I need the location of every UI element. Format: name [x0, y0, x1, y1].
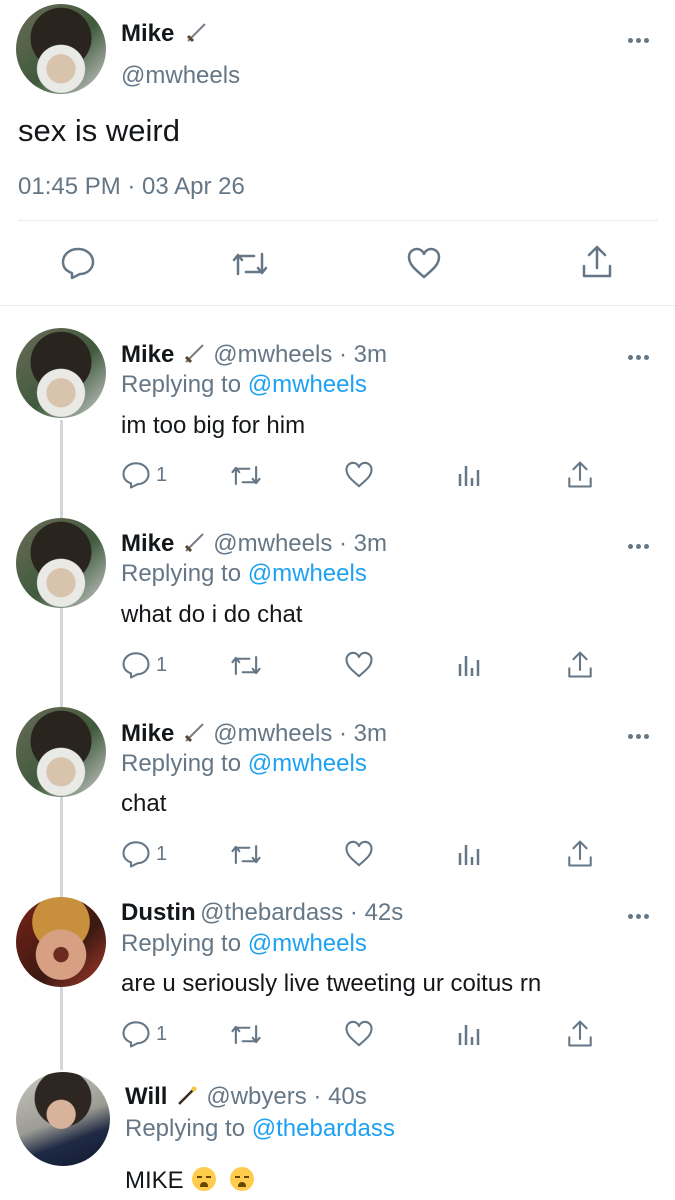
replying-to-line: Replying to @mwheels	[121, 930, 367, 958]
avatar[interactable]	[16, 897, 106, 987]
display-name: Mike	[121, 20, 175, 47]
analytics-icon[interactable]	[457, 652, 481, 678]
like-icon[interactable]	[344, 1019, 374, 1048]
reply-icon[interactable]	[121, 460, 151, 490]
tweet-text: are u seriously live tweeting ur coitus …	[121, 970, 542, 997]
handle-time: @mwheels · 3m	[213, 530, 387, 557]
replying-to-line: Replying to @mwheels	[121, 560, 367, 588]
share-icon[interactable]	[566, 650, 594, 680]
loudly-crying-face-icon	[229, 1167, 254, 1191]
analytics-icon[interactable]	[457, 1021, 481, 1047]
analytics-icon[interactable]	[457, 841, 481, 867]
replying-to-link[interactable]: @mwheels	[248, 371, 367, 398]
replying-to-label: Replying to	[125, 1115, 246, 1142]
handle-time: @thebardass · 42s	[200, 899, 404, 926]
display-name: Mike	[121, 341, 175, 368]
avatar[interactable]	[16, 328, 106, 418]
display-name: Mike	[121, 530, 175, 557]
handle-time: @mwheels · 3m	[213, 341, 387, 368]
divider	[18, 220, 658, 221]
more-options-icon[interactable]	[664, 1090, 675, 1098]
reply-icon[interactable]	[121, 1019, 151, 1049]
retweet-icon[interactable]	[229, 652, 263, 679]
handle-time: @mwheels · 3m	[213, 720, 387, 747]
sword-icon	[185, 22, 207, 44]
more-options-icon[interactable]	[628, 536, 652, 549]
replying-to-label: Replying to	[121, 560, 242, 587]
reply-header[interactable]: Will @wbyers · 40s	[125, 1082, 367, 1111]
like-icon[interactable]	[406, 246, 442, 280]
reply-header[interactable]: Dustin @thebardass · 42s	[121, 899, 403, 927]
replying-to-line: Replying to @mwheels	[121, 750, 367, 778]
more-options-icon[interactable]	[628, 906, 652, 919]
tweet-text: chat	[121, 790, 167, 817]
replying-to-label: Replying to	[121, 930, 242, 957]
like-icon[interactable]	[344, 650, 374, 679]
replying-to-line: Replying to @thebardass	[125, 1115, 395, 1143]
sword-icon	[183, 722, 205, 744]
like-icon[interactable]	[344, 839, 374, 868]
tweet-text-row: MIKE	[125, 1167, 254, 1195]
avatar[interactable]	[16, 1072, 110, 1166]
loudly-crying-face-icon	[191, 1167, 216, 1191]
more-options-icon[interactable]	[628, 726, 652, 739]
avatar[interactable]	[16, 4, 106, 94]
replying-to-line: Replying to @mwheels	[121, 371, 367, 399]
reply-header[interactable]: Mike @mwheels · 3m	[121, 719, 387, 748]
like-icon[interactable]	[344, 460, 374, 489]
display-name: Will	[125, 1083, 168, 1110]
reply-count: 1	[156, 1023, 168, 1045]
handle-time: @wbyers · 40s	[206, 1083, 367, 1110]
display-name: Dustin	[121, 899, 196, 926]
tweet-text: sex is weird	[18, 113, 180, 148]
display-name: Mike	[121, 720, 175, 747]
share-icon[interactable]	[566, 1019, 594, 1049]
divider	[0, 305, 675, 306]
share-icon[interactable]	[566, 460, 594, 490]
avatar[interactable]	[16, 707, 106, 797]
reply-icon[interactable]	[121, 839, 151, 869]
replying-to-link[interactable]: @mwheels	[248, 750, 367, 777]
reply-count: 1	[156, 654, 168, 676]
avatar[interactable]	[16, 518, 106, 608]
tweet-timestamp[interactable]: 01:45 PM · 03 Apr 26	[18, 173, 245, 201]
reply-count: 1	[156, 843, 168, 865]
reply-header[interactable]: Mike @mwheels · 3m	[121, 529, 387, 558]
replying-to-link[interactable]: @mwheels	[248, 560, 367, 587]
retweet-icon[interactable]	[229, 462, 263, 489]
sword-icon	[183, 532, 205, 554]
sword-icon	[183, 343, 205, 365]
share-icon[interactable]	[580, 244, 614, 280]
retweet-icon[interactable]	[229, 841, 263, 868]
tweet-text: im too big for him	[121, 412, 306, 439]
author-name-row[interactable]: Mike	[121, 19, 207, 48]
reply-icon[interactable]	[60, 246, 96, 280]
retweet-icon[interactable]	[229, 1021, 263, 1048]
replying-to-link[interactable]: @mwheels	[248, 930, 367, 957]
tweet-text: MIKE	[125, 1167, 184, 1194]
replying-to-link[interactable]: @thebardass	[252, 1115, 395, 1142]
reply-count: 1	[156, 464, 168, 486]
magic-wand-icon	[176, 1085, 198, 1107]
replying-to-label: Replying to	[121, 371, 242, 398]
more-options-icon[interactable]	[628, 347, 652, 360]
more-options-icon[interactable]	[628, 30, 652, 43]
author-handle[interactable]: @mwheels	[121, 62, 240, 90]
replying-to-label: Replying to	[121, 750, 242, 777]
reply-header[interactable]: Mike @mwheels · 3m	[121, 340, 387, 369]
tweet-text: what do i do chat	[121, 601, 303, 628]
reply-icon[interactable]	[121, 650, 151, 680]
analytics-icon[interactable]	[457, 462, 481, 488]
share-icon[interactable]	[566, 839, 594, 869]
retweet-icon[interactable]	[230, 248, 270, 280]
